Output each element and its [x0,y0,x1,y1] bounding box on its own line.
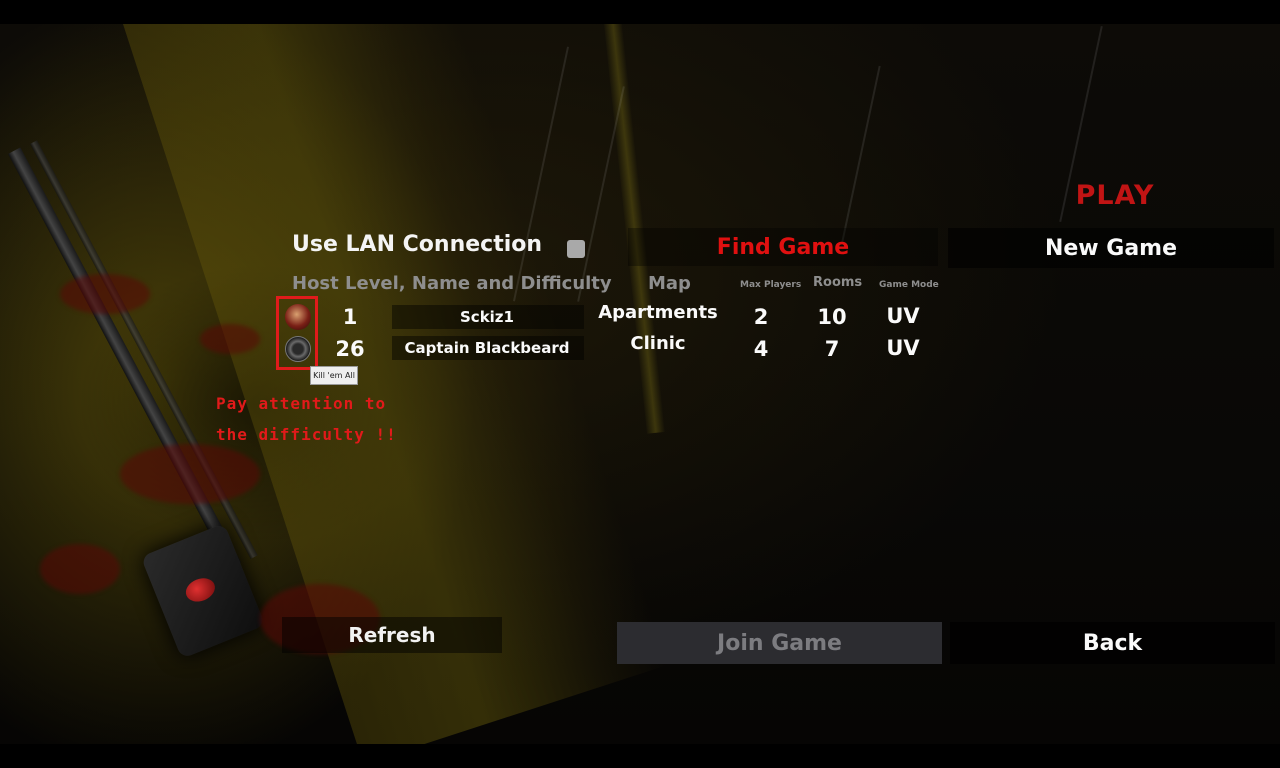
column-header-host: Host Level, Name and Difficulty [292,273,612,294]
game-mode: UV [886,304,920,328]
host-level: 1 [342,305,358,329]
game-mode: UV [886,336,920,360]
join-game-button[interactable]: Join Game [617,622,942,664]
blood-stain [120,444,260,504]
skull-flame-icon [285,304,311,330]
switch-knob [182,574,219,606]
map-name: Clinic [630,333,686,354]
column-header-rooms: Rooms [813,275,863,290]
column-header-map: Map [648,273,691,294]
lan-connection-label: Use LAN Connection [292,232,543,257]
refresh-button[interactable]: Refresh [282,617,502,653]
find-game-tab[interactable]: Find Game [628,228,938,266]
map-name: Apartments [598,302,718,323]
blood-stain [60,274,150,314]
new-game-tab[interactable]: New Game [948,228,1274,268]
max-players: 2 [753,305,769,329]
lan-connection-checkbox[interactable] [567,240,585,258]
host-name: Captain Blackbeard [404,339,570,357]
rooms-count: 10 [817,305,847,329]
host-name: Sckiz1 [460,308,514,326]
blood-stain [200,324,260,354]
column-header-game-mode: Game Mode [879,280,939,290]
column-header-max-players: Max Players [740,280,802,290]
back-button[interactable]: Back [950,622,1275,664]
blood-stain [40,544,120,594]
page-title: PLAY [1075,180,1155,211]
kill-em-all-icon[interactable] [285,336,311,362]
difficulty-tooltip: Kill 'em All [310,366,358,385]
warning-line: the difficulty !! [216,425,397,444]
rooms-count: 7 [824,337,840,361]
host-level: 26 [335,337,365,361]
warning-line: Pay attention to [216,394,387,413]
difficulty-warning: Pay attention to the difficulty !! [216,388,406,450]
rain-streak [841,65,881,243]
max-players: 4 [753,337,769,361]
